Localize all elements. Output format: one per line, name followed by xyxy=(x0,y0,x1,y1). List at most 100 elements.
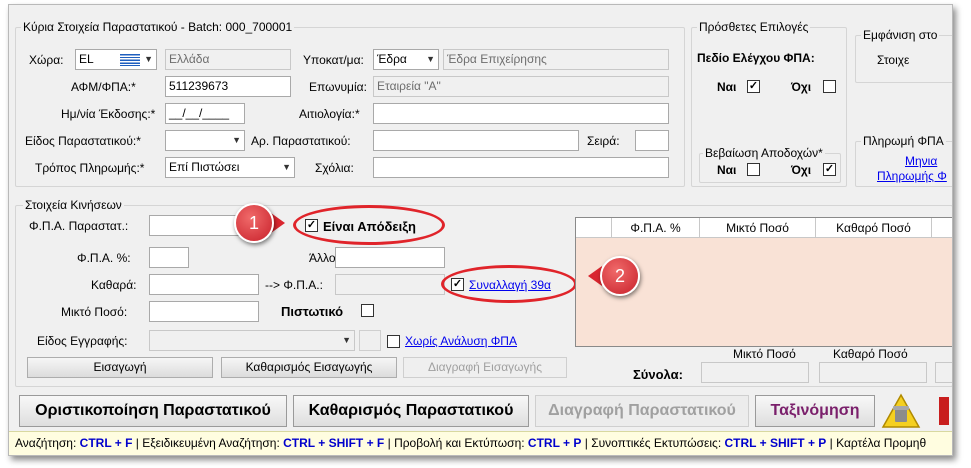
display-title: Εμφάνιση στο xyxy=(861,28,940,42)
sort-button[interactable]: Ταξινόμηση xyxy=(755,395,875,427)
doc-number-label: Αρ. Παραστατικού: xyxy=(251,134,351,148)
credit-label: Πιστωτικό xyxy=(281,304,344,319)
chevron-down-icon: ▼ xyxy=(232,135,241,145)
net-label: Καθαρά: xyxy=(91,278,137,292)
vat-check-no-label: Όχι xyxy=(791,80,812,94)
callout-2-badge: 2 xyxy=(600,256,640,296)
company-field: Εταιρεία "Α" xyxy=(373,76,669,97)
vat-pct-input[interactable] xyxy=(149,247,189,268)
income-cert-title: Βεβαίωση Αποδοχών* xyxy=(703,146,825,160)
status-adv-search: Εξειδικευμένη Αναζήτηση: xyxy=(142,436,280,450)
branch-name-field: Έδρα Επιχείρησης xyxy=(443,49,669,70)
vat-check-no-checkbox[interactable] xyxy=(823,80,836,93)
display-item: Στοιχε xyxy=(877,53,910,67)
entry-type-select[interactable]: ▼ xyxy=(149,330,355,351)
chevron-down-icon: ▼ xyxy=(426,54,435,64)
highlight-oval-2 xyxy=(441,265,577,303)
income-yes-checkbox[interactable] xyxy=(747,163,760,176)
status-print-key: CTRL + P xyxy=(527,436,582,450)
greek-flag-icon xyxy=(120,54,140,66)
branch-label: Υποκατ/μα: xyxy=(303,53,364,67)
credit-checkbox[interactable] xyxy=(361,304,374,317)
no-vat-analysis-checkbox[interactable] xyxy=(387,335,400,348)
warning-icon[interactable] xyxy=(881,393,921,429)
other-input[interactable] xyxy=(335,247,445,268)
grid-header-vat-pct[interactable]: Φ.Π.Α. % xyxy=(612,218,700,238)
country-label: Χώρα: xyxy=(29,53,64,67)
totals-extra-field xyxy=(935,362,952,383)
reason-label: Αιτιολογία:* xyxy=(299,107,360,121)
insert-button[interactable]: Εισαγωγή xyxy=(27,357,213,378)
series-label: Σειρά: xyxy=(587,134,620,148)
totals-net-label: Καθαρό Ποσό xyxy=(833,347,908,361)
extra-options-title: Πρόσθετες Επιλογές xyxy=(697,20,811,34)
payment-label: Τρόπος Πληρωμής:* xyxy=(35,161,145,175)
main-window: Κύρια Στοιχεία Παραστατικού - Batch: 000… xyxy=(8,4,953,456)
entry-type-label: Είδος Εγγραφής: xyxy=(37,334,128,348)
status-bar: Αναζήτηση: CTRL + F | Εξειδικευμένη Αναζ… xyxy=(9,431,952,455)
grid-header-gross[interactable]: Μικτό Ποσό xyxy=(700,218,816,238)
clear-document-button[interactable]: Καθαρισμός Παραστατικού xyxy=(293,395,529,427)
comments-label: Σχόλια: xyxy=(315,161,354,175)
grid-header-net[interactable]: Καθαρό Ποσό xyxy=(816,218,932,238)
vat-doc-label: Φ.Π.Α. Παραστατ.: xyxy=(29,219,129,233)
vat-payment-link[interactable]: Πληρωμής Φ xyxy=(877,169,947,183)
branch-select[interactable]: Έδρα ▼ xyxy=(373,49,439,70)
arrow-vat-label: --> Φ.Π.Α.: xyxy=(265,278,323,292)
totals-gross-field xyxy=(701,362,809,383)
income-no-label: Όχι xyxy=(791,163,812,177)
movements-title: Στοιχεία Κινήσεων xyxy=(23,198,124,212)
series-input[interactable] xyxy=(635,130,669,151)
arrow-vat-field xyxy=(335,274,445,295)
no-vat-analysis-link[interactable]: Χωρίς Ανάλυση ΦΠΑ xyxy=(405,334,517,348)
status-reports-key: CTRL + SHIFT + P xyxy=(724,436,827,450)
partial-red-marker xyxy=(939,397,949,425)
monthly-link[interactable]: Μηνια xyxy=(905,154,937,168)
date-input[interactable]: __/__/____ xyxy=(165,103,245,124)
totals-label: Σύνολα: xyxy=(633,367,683,382)
delete-insert-button[interactable]: Διαγραφή Εισαγωγής xyxy=(403,357,567,378)
country-select[interactable]: EL ▼ xyxy=(75,49,157,70)
vat-check-yes-label: Ναι xyxy=(717,80,737,94)
main-info-title: Κύρια Στοιχεία Παραστατικού - Batch: 000… xyxy=(21,20,295,34)
doc-type-label: Είδος Παραστατικού:* xyxy=(25,134,141,148)
callout-1-badge: 1 xyxy=(234,203,274,243)
payment-select[interactable]: Επί Πιστώσει ▼ xyxy=(165,157,295,178)
income-no-checkbox[interactable]: ✓ xyxy=(823,163,836,176)
clear-insert-button[interactable]: Καθαρισμός Εισαγωγής xyxy=(221,357,397,378)
status-adv-search-key: CTRL + SHIFT + F xyxy=(283,436,385,450)
highlight-oval-1 xyxy=(293,205,445,245)
chevron-down-icon: ▼ xyxy=(282,162,291,172)
company-label: Επωνυμία: xyxy=(309,80,367,94)
vat-input[interactable]: 511239673 xyxy=(165,76,291,97)
status-search: Αναζήτηση: xyxy=(15,436,77,450)
gross-input[interactable] xyxy=(149,301,259,322)
status-search-key: CTRL + F xyxy=(79,436,133,450)
comments-input[interactable] xyxy=(373,157,669,178)
vat-check-label: Πεδίο Ελέγχου ΦΠΑ: xyxy=(697,51,815,65)
net-input[interactable] xyxy=(149,274,259,295)
grid-row-header xyxy=(576,218,612,238)
vat-payment-title: Πληρωμή ΦΠΑ xyxy=(861,134,946,148)
status-print: Προβολή και Εκτύπωση: xyxy=(394,436,525,450)
income-yes-label: Ναι xyxy=(717,163,737,177)
chevron-down-icon: ▼ xyxy=(144,54,153,64)
gross-label: Μικτό Ποσό: xyxy=(61,305,128,319)
date-label: Ημ/νία Έκδοσης:* xyxy=(61,107,156,121)
doc-type-select[interactable]: ▼ xyxy=(165,130,245,151)
finalize-document-button[interactable]: Οριστικοποίηση Παραστατικού xyxy=(19,395,287,427)
status-card: Καρτέλα Προμηθ xyxy=(836,436,927,450)
vat-label: ΑΦΜ/ΦΠΑ:* xyxy=(71,80,136,94)
country-name-field: Ελλάδα xyxy=(165,49,291,70)
chevron-down-icon: ▼ xyxy=(342,335,351,345)
status-reports: Συνοπτικές Εκτυπώσεις: xyxy=(591,436,722,450)
totals-gross-label: Μικτό Ποσό xyxy=(733,347,796,361)
totals-net-field xyxy=(819,362,927,383)
doc-number-input[interactable] xyxy=(373,130,579,151)
vat-pct-label: Φ.Π.Α. %: xyxy=(77,251,131,265)
vat-check-yes-checkbox[interactable]: ✓ xyxy=(747,80,760,93)
reason-input[interactable] xyxy=(373,103,669,124)
vat-grid-header: Φ.Π.Α. % Μικτό Ποσό Καθαρό Ποσό xyxy=(576,218,952,238)
entry-type-extra-button[interactable] xyxy=(359,330,381,351)
delete-document-button[interactable]: Διαγραφή Παραστατικού xyxy=(535,395,749,427)
